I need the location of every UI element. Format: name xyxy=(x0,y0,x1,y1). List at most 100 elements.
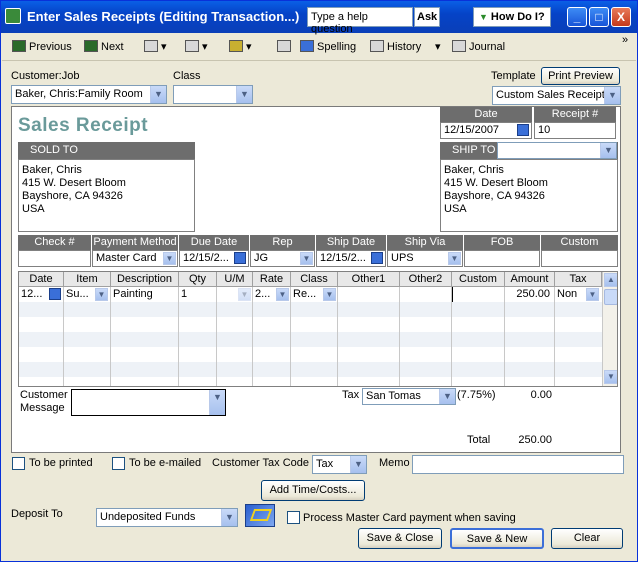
rep-select[interactable]: JG ▼ xyxy=(250,250,315,267)
col-description[interactable]: Description xyxy=(111,272,179,286)
chevron-down-icon: ▼ xyxy=(209,390,225,415)
to-be-printed-checkbox[interactable] xyxy=(12,457,25,470)
chevron-down-icon: ▼ xyxy=(448,252,461,265)
check-number-field[interactable] xyxy=(18,250,91,267)
email-button[interactable]: ▾ xyxy=(185,40,208,53)
row-date[interactable]: 12... xyxy=(19,287,49,302)
sold-to-line: Baker, Chris xyxy=(22,164,82,176)
minimize-button[interactable]: _ xyxy=(567,7,587,27)
print-button[interactable]: ▾ xyxy=(144,40,167,53)
customer-tax-code-select[interactable]: Tax ▼ xyxy=(312,455,367,474)
toolbar: Previous Next ▾ ▾ ▾ Spelling History ▾ J… xyxy=(2,34,636,61)
col-rate[interactable]: Rate xyxy=(253,272,291,286)
print-preview-button[interactable]: Print Preview xyxy=(541,67,620,85)
clear-button[interactable]: Clear xyxy=(551,528,623,549)
how-do-i-button[interactable]: ▼ How Do I? xyxy=(473,7,551,27)
col-other1[interactable]: Other1 xyxy=(338,272,400,286)
to-be-emailed-label: To be e-mailed xyxy=(129,457,202,469)
tax-item-select[interactable]: San Tomas ▼ xyxy=(362,388,456,405)
col-class[interactable]: Class xyxy=(291,272,338,286)
chevron-down-icon[interactable]: ▼ xyxy=(586,288,599,301)
template-select[interactable]: Custom Sales Receipt ▼ xyxy=(492,86,621,105)
calendar-icon[interactable] xyxy=(371,252,383,264)
history-button[interactable]: History xyxy=(370,40,421,53)
rep-header: Rep xyxy=(250,235,315,250)
save-close-button[interactable]: Save & Close xyxy=(358,528,442,549)
previous-button[interactable]: Previous xyxy=(12,40,72,53)
calendar-icon[interactable] xyxy=(49,288,61,300)
chevron-down-icon[interactable]: ▼ xyxy=(95,288,108,301)
custom-field[interactable] xyxy=(541,250,618,267)
grid-column-lines xyxy=(19,287,602,386)
add-time-costs-button[interactable]: Add Time/Costs... xyxy=(261,480,365,501)
table-row[interactable]: 12... Su... ▼ Painting 1 ▼ 2... ▼ Re... … xyxy=(19,287,602,302)
scrollbar-thumb[interactable] xyxy=(604,289,617,305)
customer-message-select[interactable]: ▼ xyxy=(71,389,226,416)
col-custom[interactable]: Custom xyxy=(452,272,505,286)
row-qty[interactable]: 1 xyxy=(179,287,215,302)
payment-method-select[interactable]: Master Card ▼ xyxy=(92,250,178,267)
row-other2[interactable] xyxy=(400,287,450,302)
journal-button[interactable]: Journal xyxy=(452,40,505,53)
deposit-to-select[interactable]: Undeposited Funds ▼ xyxy=(96,508,238,527)
help-search-input[interactable]: Type a help question xyxy=(307,7,413,35)
row-item[interactable]: Su... xyxy=(64,287,92,302)
col-um[interactable]: U/M xyxy=(217,272,253,286)
grid-scrollbar[interactable]: ▲ ▼ xyxy=(602,272,617,386)
receipt-number-field[interactable]: 10 xyxy=(534,122,616,139)
scroll-down-icon[interactable]: ▼ xyxy=(604,370,617,384)
ship-to-line: 415 W. Desert Bloom xyxy=(444,177,548,189)
next-button[interactable]: Next xyxy=(84,40,124,53)
tax-item-value: San Tomas xyxy=(366,390,421,402)
maximize-button[interactable]: □ xyxy=(589,7,609,27)
col-amount[interactable]: Amount xyxy=(505,272,555,286)
fob-field[interactable] xyxy=(464,250,540,267)
line-items-grid[interactable]: Date Item Description Qty U/M Rate Class… xyxy=(18,271,618,387)
col-date[interactable]: Date xyxy=(19,272,64,286)
ship-via-select[interactable]: UPS ▼ xyxy=(387,250,463,267)
sold-to-address[interactable]: Baker, Chris 415 W. Desert Bloom Bayshor… xyxy=(18,159,195,232)
find-button[interactable] xyxy=(277,40,294,53)
ship-to-select[interactable]: ▼ xyxy=(497,142,617,159)
class-select[interactable]: ▼ xyxy=(173,85,253,104)
memo-input[interactable] xyxy=(412,455,624,474)
calendar-icon[interactable] xyxy=(517,124,529,136)
row-other1[interactable] xyxy=(338,287,398,302)
chevron-down-icon[interactable]: ▼ xyxy=(238,288,251,301)
row-rate[interactable]: 2... xyxy=(253,287,275,302)
row-amount[interactable]: 250.00 xyxy=(505,287,553,302)
row-um[interactable] xyxy=(217,287,237,302)
scroll-up-icon[interactable]: ▲ xyxy=(604,273,617,287)
history-dropdown[interactable]: ▾ xyxy=(435,40,441,53)
row-tax[interactable]: Non xyxy=(555,287,585,302)
row-custom[interactable] xyxy=(452,287,503,302)
ask-button[interactable]: Ask xyxy=(414,7,440,27)
calendar-icon[interactable] xyxy=(234,252,246,264)
date-value: 12/15/2007 xyxy=(444,124,500,136)
title-bar[interactable]: Enter Sales Receipts (Editing Transactio… xyxy=(1,1,637,35)
customer-job-select[interactable]: Baker, Chris:Family Room ▼ xyxy=(11,85,167,104)
to-be-emailed-checkbox[interactable] xyxy=(112,457,125,470)
save-new-button[interactable]: Save & New xyxy=(450,528,544,549)
col-other2[interactable]: Other2 xyxy=(400,272,452,286)
col-qty[interactable]: Qty xyxy=(179,272,217,286)
toolbar-overflow[interactable]: » xyxy=(622,34,628,46)
chevron-down-icon[interactable]: ▼ xyxy=(276,288,289,301)
close-button[interactable]: X xyxy=(611,7,631,27)
receipt-number-header: Receipt # xyxy=(534,107,616,122)
process-payment-checkbox[interactable] xyxy=(287,511,300,524)
ship-button[interactable]: ▾ xyxy=(229,40,252,53)
ship-date-field[interactable]: 12/15/2... xyxy=(316,250,386,267)
chevron-down-icon[interactable]: ▼ xyxy=(323,288,336,301)
customer-message-label: Customer xyxy=(20,389,68,401)
col-tax[interactable]: Tax xyxy=(555,272,602,286)
ship-to-address[interactable]: Baker, Chris 415 W. Desert Bloom Bayshor… xyxy=(440,159,618,232)
credit-card-icon[interactable] xyxy=(245,504,275,527)
row-class[interactable]: Re... xyxy=(291,287,319,302)
row-description[interactable]: Painting xyxy=(111,287,177,302)
date-field[interactable]: 12/15/2007 xyxy=(440,122,532,139)
spelling-button[interactable]: Spelling xyxy=(300,40,356,53)
col-item[interactable]: Item xyxy=(64,272,111,286)
previous-label: Previous xyxy=(29,41,72,53)
due-date-field[interactable]: 12/15/2... xyxy=(179,250,249,267)
